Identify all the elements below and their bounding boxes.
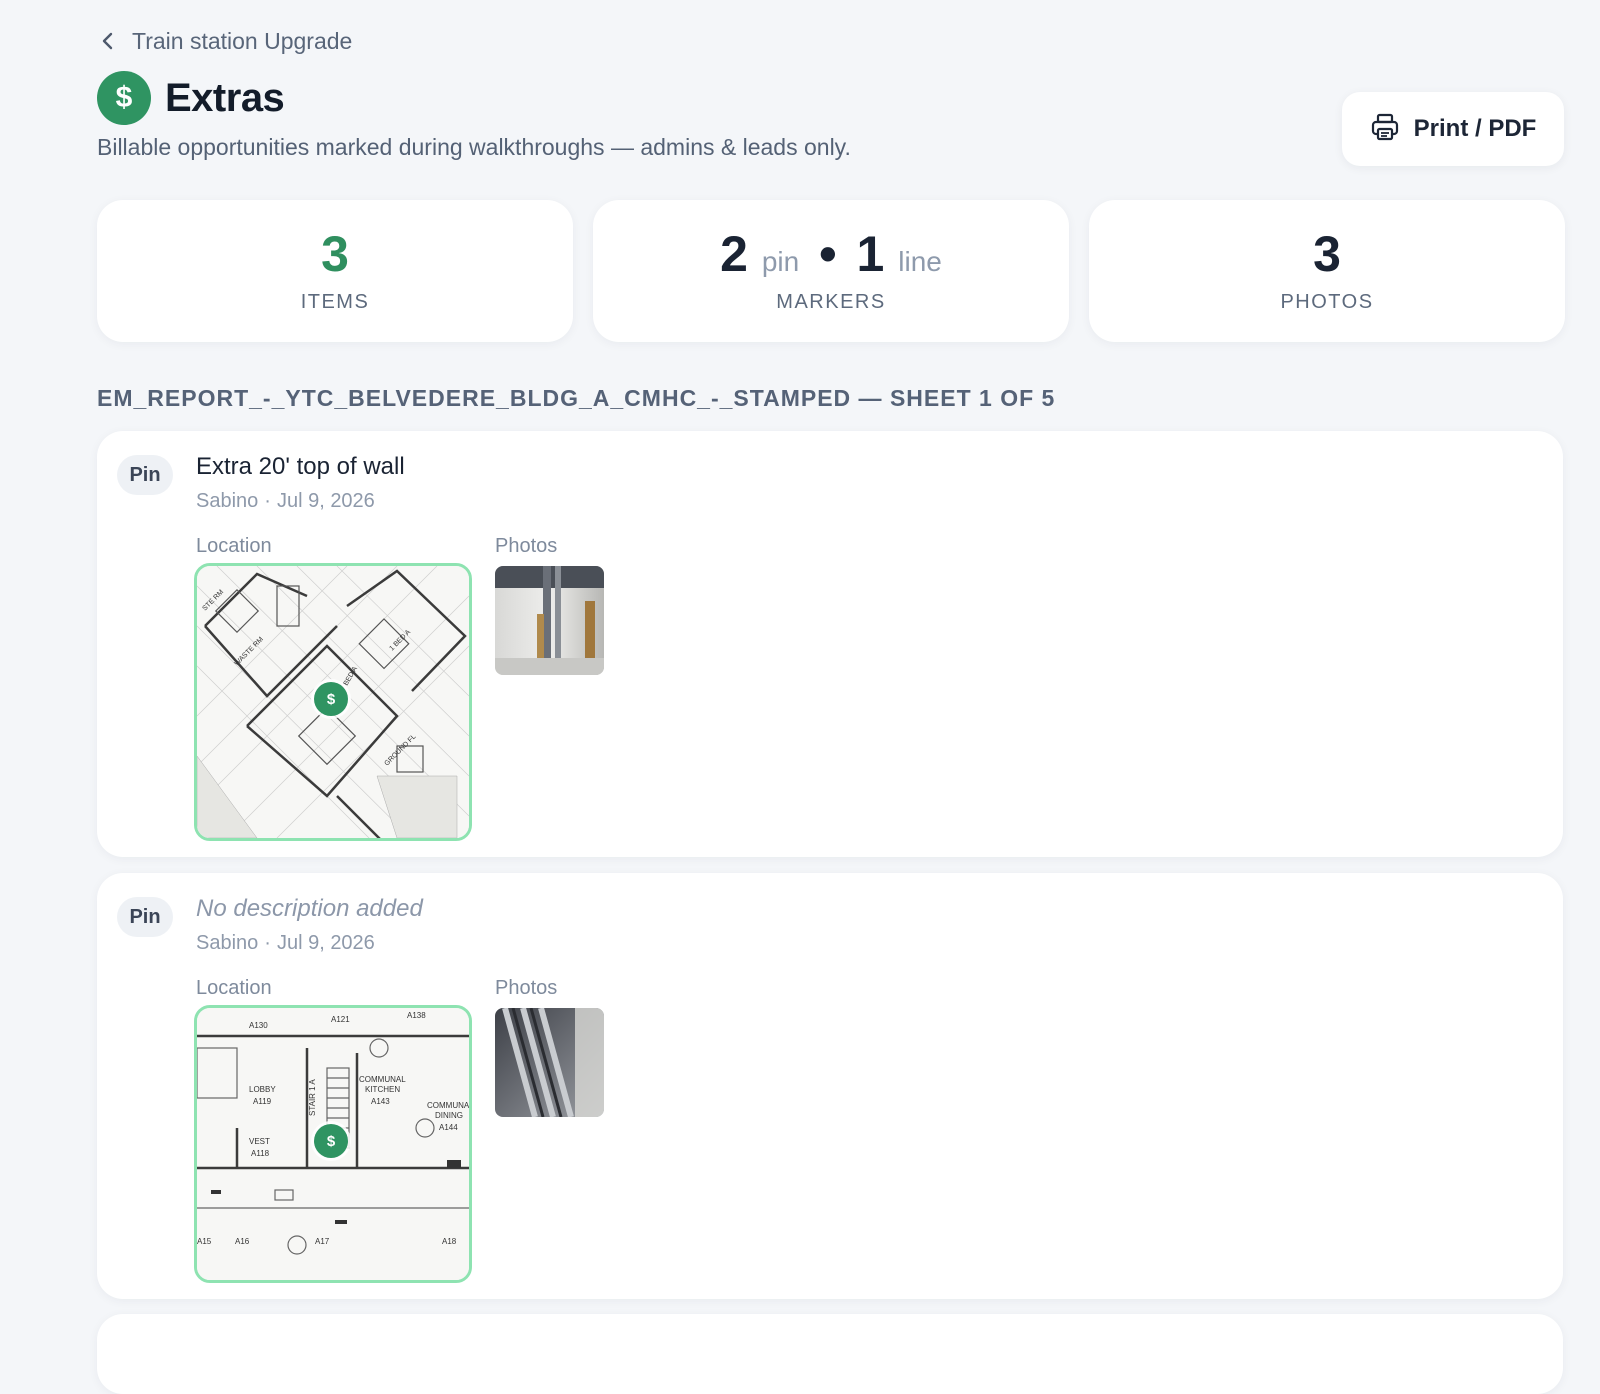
plan-label: A18 bbox=[442, 1237, 457, 1246]
extra-meta: Sabino · Jul 9, 2026 bbox=[196, 490, 375, 513]
stat-items-label: ITEMS bbox=[300, 290, 370, 313]
sheet-heading: EM_REPORT_-_YTC_BELVEDERE_BLDG_A_CMHC_-_… bbox=[97, 385, 1056, 411]
marker-type-badge: Pin bbox=[117, 897, 173, 937]
location-label: Location bbox=[196, 535, 272, 557]
plan-label: LOBBY bbox=[249, 1085, 276, 1094]
extra-description: Extra 20' top of wall bbox=[196, 453, 405, 480]
photos-label: Photos bbox=[495, 535, 558, 557]
stat-photos-value: 3 bbox=[1313, 225, 1341, 282]
page-header: $ Extras bbox=[97, 71, 285, 125]
extra-author: Sabino bbox=[196, 490, 259, 512]
extra-date: Jul 9, 2026 bbox=[276, 932, 375, 954]
extra-card: Pin No description added Sabino · Jul 9, 2… bbox=[97, 873, 1563, 1299]
printer-icon bbox=[1370, 112, 1400, 147]
plan-label: DINING bbox=[435, 1111, 463, 1120]
dollar-icon: $ bbox=[97, 71, 151, 125]
stat-items-value: 3 bbox=[321, 225, 349, 282]
pin-count: 2 bbox=[720, 225, 748, 282]
stat-markers-label: MARKERS bbox=[776, 290, 886, 313]
plan-label: COMMUNAL bbox=[359, 1075, 406, 1084]
markers-separator: • bbox=[819, 225, 837, 282]
pin-unit: pin bbox=[761, 245, 800, 277]
extra-card bbox=[97, 1314, 1563, 1394]
plan-label: A144 bbox=[439, 1123, 458, 1132]
line-count: 1 bbox=[856, 225, 885, 282]
extra-description: No description added bbox=[196, 895, 423, 922]
extra-pin-marker[interactable]: $ bbox=[314, 1124, 348, 1158]
back-link[interactable]: Train station Upgrade bbox=[98, 24, 352, 58]
stat-markers-value: 2 pin • 1 line bbox=[720, 229, 942, 279]
plan-label: KITCHEN bbox=[365, 1085, 400, 1094]
extra-pin-marker[interactable]: $ bbox=[314, 682, 348, 716]
location-map-thumbnail[interactable]: LOBBY A119 COMMUNAL KITCHEN A143 STAIR 1… bbox=[194, 1005, 472, 1283]
marker-type-badge: Pin bbox=[117, 455, 173, 495]
meta-separator: · bbox=[264, 490, 271, 512]
extra-card: Pin Extra 20' top of wall Sabino · Jul 9, … bbox=[97, 431, 1563, 857]
photos-label: Photos bbox=[495, 977, 558, 999]
extra-date: Jul 9, 2026 bbox=[276, 490, 375, 512]
stat-items: 3 ITEMS bbox=[97, 200, 573, 342]
photo-thumbnail[interactable] bbox=[495, 566, 604, 675]
plan-label: A130 bbox=[249, 1021, 268, 1030]
plan-label: A119 bbox=[253, 1097, 272, 1106]
plan-label: VEST bbox=[249, 1137, 270, 1146]
photo-thumbnail[interactable] bbox=[495, 1008, 604, 1117]
location-map-thumbnail[interactable]: WASTE RM 1 BED A BED A GROUND FL STE RM … bbox=[194, 563, 472, 841]
plan-label: A17 bbox=[315, 1237, 330, 1246]
back-link-label: Train station Upgrade bbox=[132, 27, 353, 54]
plan-label: A138 bbox=[407, 1011, 426, 1020]
stat-photos-label: PHOTOS bbox=[1280, 290, 1374, 313]
stat-photos: 3 PHOTOS bbox=[1089, 200, 1565, 342]
meta-separator: · bbox=[264, 932, 271, 954]
plan-label: A16 bbox=[235, 1237, 250, 1246]
stat-markers: 2 pin • 1 line MARKERS bbox=[593, 200, 1069, 342]
line-unit: line bbox=[898, 245, 942, 277]
print-pdf-button[interactable]: Print / PDF bbox=[1342, 92, 1564, 166]
framing-photo bbox=[495, 1008, 604, 1117]
location-label: Location bbox=[196, 977, 272, 999]
page-title: Extras bbox=[165, 75, 285, 120]
plan-label: STAIR 1 A bbox=[308, 1079, 317, 1116]
print-pdf-label: Print / PDF bbox=[1413, 115, 1537, 142]
extras-page: Train station Upgrade $ Extras Billable … bbox=[0, 0, 1600, 1394]
plan-label: A121 bbox=[331, 1015, 350, 1024]
plan-label: A143 bbox=[371, 1097, 390, 1106]
page-subtitle: Billable opportunities marked during wal… bbox=[97, 134, 851, 160]
extra-author: Sabino bbox=[196, 932, 259, 954]
wall-photo bbox=[495, 566, 604, 675]
plan-label: A118 bbox=[251, 1149, 270, 1158]
extra-meta: Sabino · Jul 9, 2026 bbox=[196, 932, 375, 955]
plan-label: COMMUNAL bbox=[427, 1101, 469, 1110]
plan-label: A15 bbox=[197, 1237, 212, 1246]
chevron-left-icon bbox=[98, 31, 118, 51]
